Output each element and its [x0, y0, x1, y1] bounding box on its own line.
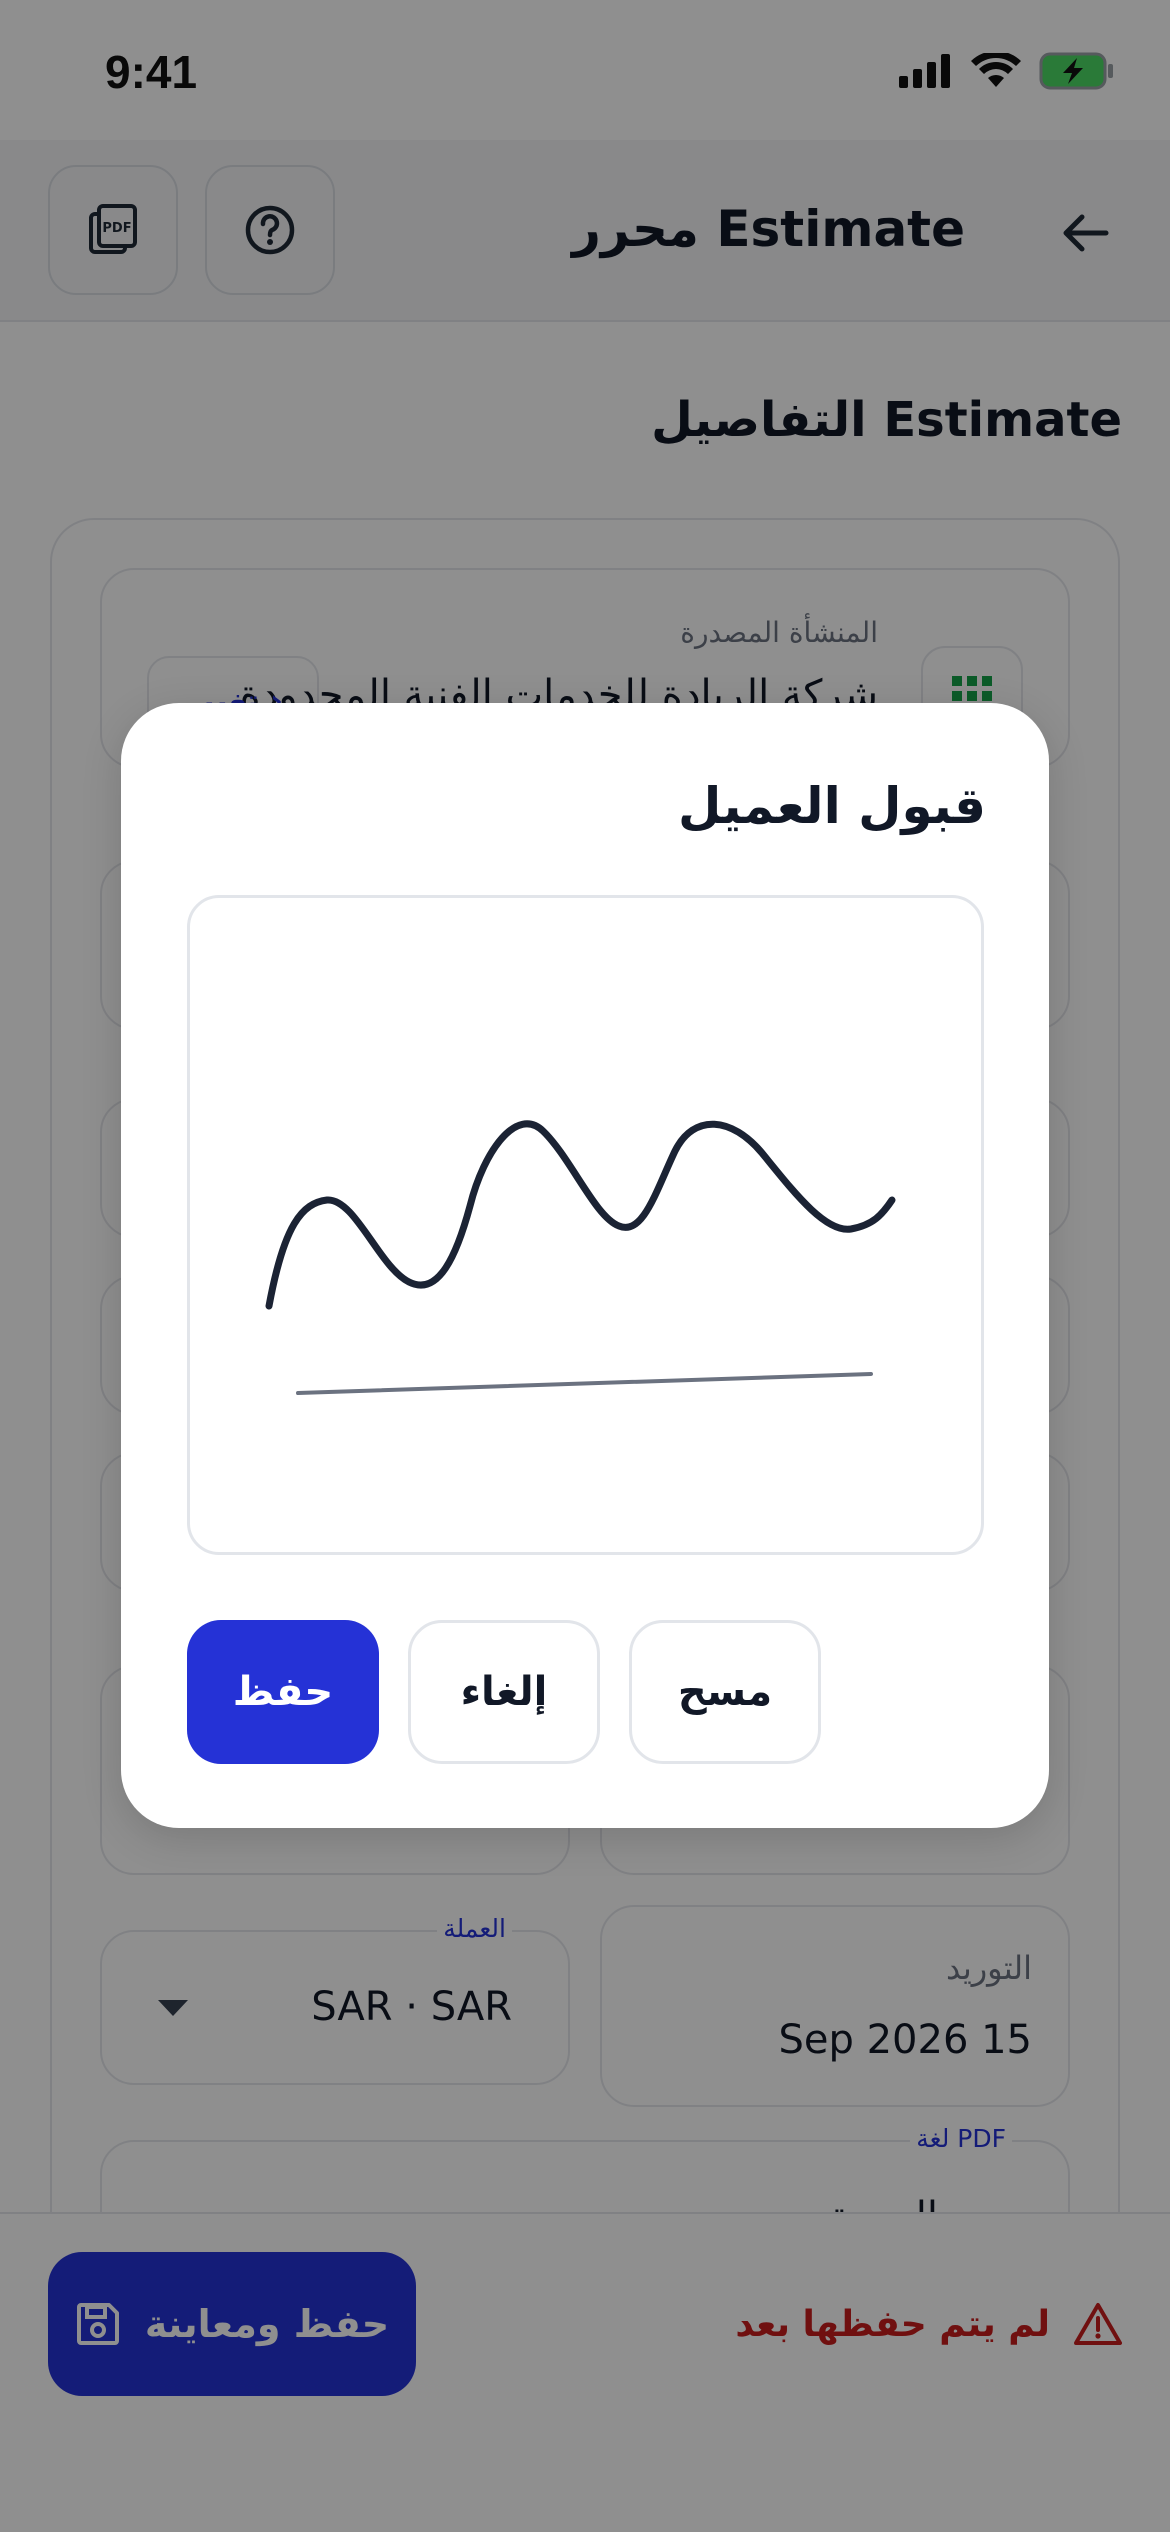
signature-modal: قبول العميل حفظ إلغاء مسح — [121, 703, 1049, 1828]
signature-cancel-button[interactable]: إلغاء — [408, 1620, 600, 1764]
signature-clear-button[interactable]: مسح — [629, 1620, 821, 1764]
signature-pad[interactable] — [187, 895, 984, 1555]
modal-title: قبول العميل — [678, 777, 986, 835]
signature-stroke — [265, 1120, 896, 1395]
signature-save-button[interactable]: حفظ — [187, 1620, 379, 1764]
